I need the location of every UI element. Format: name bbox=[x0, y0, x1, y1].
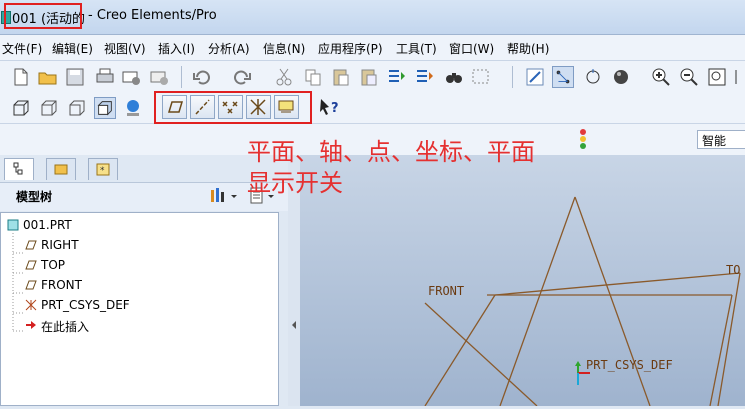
save-icon[interactable] bbox=[64, 66, 86, 88]
tree-item[interactable]: 001.PRT bbox=[7, 218, 72, 232]
more-tools-icon[interactable] bbox=[734, 66, 745, 88]
tree-item-label: 001.PRT bbox=[23, 218, 72, 232]
print-icon[interactable] bbox=[94, 66, 116, 88]
top-plane-edge bbox=[494, 272, 741, 296]
app-title: - Creo Elements/Pro bbox=[88, 8, 217, 23]
paste-icon[interactable] bbox=[330, 66, 352, 88]
folder-browser-tab-icon bbox=[54, 164, 68, 175]
refit-icon[interactable] bbox=[706, 66, 728, 88]
status-light-icon bbox=[580, 129, 586, 149]
model-tree: 001.PRT RIGHT TOP FRONT PRT_CSYS_DEF 在此插… bbox=[0, 212, 279, 406]
regenerate-icon[interactable] bbox=[386, 66, 408, 88]
datum-toggle-highlight-box bbox=[154, 91, 312, 124]
tree-item[interactable]: PRT_CSYS_DEF bbox=[25, 298, 130, 312]
csys-label: PRT_CSYS_DEF bbox=[586, 358, 673, 372]
send-mail-icon[interactable] bbox=[120, 66, 142, 88]
favorites-tab-icon: * bbox=[96, 163, 110, 176]
regen-manager-icon[interactable] bbox=[414, 66, 436, 88]
selection-filter-select[interactable]: 智能 bbox=[697, 130, 745, 149]
right-plane-edge bbox=[499, 196, 576, 407]
new-file-icon[interactable] bbox=[10, 66, 32, 88]
menu-edit[interactable]: 编辑(E) bbox=[52, 40, 93, 57]
shaded-view-icon[interactable] bbox=[94, 97, 116, 119]
top-plane-label: TO bbox=[726, 263, 740, 277]
select-box-icon[interactable] bbox=[470, 66, 492, 88]
menu-bar: 文件(F) 编辑(E) 视图(V) 插入(I) 分析(A) 信息(N) 应用程序… bbox=[0, 35, 745, 61]
view-toolbar bbox=[0, 93, 745, 124]
shading-icon[interactable] bbox=[611, 66, 633, 88]
tree-item-label: RIGHT bbox=[41, 238, 79, 252]
tree-item[interactable]: TOP bbox=[25, 258, 65, 272]
menu-view[interactable]: 视图(V) bbox=[104, 40, 146, 57]
toolbar-separator bbox=[181, 66, 182, 88]
front-plane-label: FRONT bbox=[428, 284, 464, 298]
menu-window[interactable]: 窗口(W) bbox=[449, 40, 494, 57]
spin-icon[interactable] bbox=[582, 66, 604, 88]
annotation-line-1: 平面、轴、点、坐标、平面 bbox=[247, 138, 535, 166]
tree-item-label: TOP bbox=[41, 258, 66, 272]
tree-item[interactable]: RIGHT bbox=[25, 238, 79, 252]
tab-folder-browser[interactable] bbox=[46, 158, 76, 180]
redo-icon[interactable] bbox=[231, 66, 253, 88]
tab-favorites[interactable]: * bbox=[88, 158, 118, 180]
menu-file[interactable]: 文件(F) bbox=[2, 40, 42, 57]
annotation-line-2: 显示开关 bbox=[247, 169, 343, 197]
cut-icon[interactable] bbox=[273, 66, 295, 88]
main-toolbar bbox=[0, 61, 745, 93]
top-plane-edge bbox=[717, 272, 741, 407]
toolbar-separator bbox=[512, 66, 513, 88]
tree-item-label: FRONT bbox=[41, 278, 82, 292]
title-bar: 001 (活动的 - Creo Elements/Pro bbox=[0, 0, 745, 35]
orient-icon[interactable] bbox=[524, 66, 546, 88]
svg-text:?: ? bbox=[331, 101, 339, 116]
svg-text:*: * bbox=[100, 166, 105, 176]
title-highlight-box bbox=[4, 3, 82, 29]
collapse-arrow-icon[interactable] bbox=[290, 320, 298, 330]
spin-center-icon[interactable] bbox=[552, 66, 574, 88]
zoom-in-icon[interactable] bbox=[650, 66, 672, 88]
right-plane-edge bbox=[574, 196, 651, 407]
menu-help[interactable]: 帮助(H) bbox=[507, 40, 549, 57]
tree-item-label: PRT_CSYS_DEF bbox=[41, 298, 130, 312]
zoom-out-icon[interactable] bbox=[678, 66, 700, 88]
front-plane-edge bbox=[424, 302, 538, 407]
menu-info[interactable]: 信息(N) bbox=[263, 40, 305, 57]
copy-icon[interactable] bbox=[302, 66, 324, 88]
undo-icon[interactable] bbox=[191, 66, 213, 88]
part-icon bbox=[7, 219, 19, 231]
menu-tools[interactable]: 工具(T) bbox=[396, 40, 437, 57]
menu-insert[interactable]: 插入(I) bbox=[158, 40, 195, 57]
tree-item[interactable]: 在此插入 bbox=[25, 318, 89, 335]
top-plane-edge bbox=[424, 294, 496, 407]
appearance-icon[interactable] bbox=[122, 97, 144, 119]
menu-analysis[interactable]: 分析(A) bbox=[208, 40, 250, 57]
hidden-line-icon[interactable] bbox=[38, 97, 60, 119]
tree-item[interactable]: FRONT bbox=[25, 278, 82, 292]
paste-special-icon[interactable] bbox=[358, 66, 380, 88]
wireframe-icon[interactable] bbox=[10, 97, 32, 119]
mail-link-icon[interactable] bbox=[148, 66, 170, 88]
model-tree-title: 模型树 bbox=[16, 190, 53, 204]
no-hidden-icon[interactable] bbox=[66, 97, 88, 119]
tab-model-tree[interactable] bbox=[4, 158, 34, 180]
context-help-icon[interactable]: ? bbox=[318, 97, 342, 119]
tree-item-label: 在此插入 bbox=[41, 320, 90, 334]
model-tree-tab-icon bbox=[13, 162, 23, 175]
find-binoculars-icon[interactable] bbox=[443, 66, 465, 88]
annotation-text: 平面、轴、点、坐标、平面 显示开关 bbox=[247, 137, 535, 199]
open-folder-icon[interactable] bbox=[37, 66, 59, 88]
tree-settings-icon[interactable] bbox=[208, 186, 240, 206]
menu-applications[interactable]: 应用程序(P) bbox=[318, 40, 383, 57]
tree-connector-lines bbox=[12, 233, 23, 332]
